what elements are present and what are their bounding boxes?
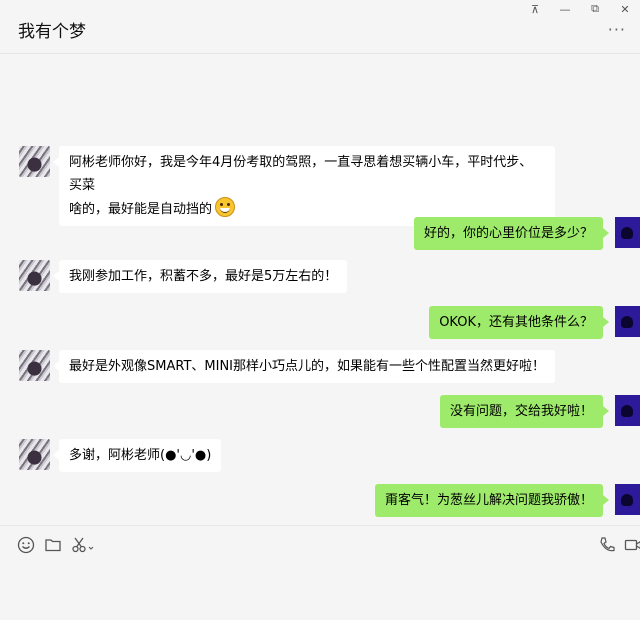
self-avatar[interactable] — [615, 306, 640, 337]
message-bubble[interactable]: 阿彬老师你好，我是今年4月份考取的驾照，一直寻思着想买辆小车，平时代步、买菜 啥… — [53, 146, 555, 226]
contact-avatar[interactable] — [19, 146, 50, 177]
message-line: OKOK，还有其他条件么？ — [439, 315, 593, 330]
self-avatar[interactable] — [615, 217, 640, 248]
message-bubble[interactable]: 我刚参加工作，积蓄不多，最好是5万左右的！ — [52, 260, 348, 293]
contact-avatar[interactable] — [19, 439, 50, 470]
minimize-button[interactable]: — — [550, 0, 580, 18]
phone-icon[interactable] — [598, 536, 616, 554]
message-row: 阿彬老师你好，我是今年4月份考取的驾照，一直寻思着想买辆小车，平时代步、买菜 啥… — [19, 146, 555, 226]
message-line: 啥的，最好能是自动挡的 — [69, 202, 213, 217]
smiley-icon[interactable] — [17, 536, 35, 554]
message-list[interactable]: 阿彬老师你好，我是今年4月份考取的驾照，一直寻思着想买辆小车，平时代步、买菜 啥… — [0, 54, 640, 517]
message-line: 阿彬老师你好，我是今年4月份考取的驾照，一直寻思着想买辆小车，平时代步、买菜 — [69, 155, 533, 193]
chat-title: 我有个梦 — [18, 22, 86, 42]
message-line: 我刚参加工作，积蓄不多，最好是5万左右的！ — [69, 269, 338, 284]
message-line: 甭客气！为葱丝儿解决问题我骄傲！ — [384, 493, 593, 508]
message-row: 多谢，阿彬老师(●'◡'●) — [19, 439, 222, 472]
maximize-button[interactable]: ⧉ — [580, 0, 610, 18]
contact-avatar[interactable] — [19, 260, 50, 291]
message-row: 最好是外观像SMART、MINI那样小巧点儿的，如果能有一些个性配置当然更好啦！ — [19, 350, 555, 383]
contact-avatar[interactable] — [19, 350, 50, 381]
pin-button[interactable]: ⊼ — [520, 0, 550, 18]
message-bubble[interactable]: 最好是外观像SMART、MINI那样小巧点儿的，如果能有一些个性配置当然更好啦！ — [53, 350, 555, 383]
message-row: 好的，你的心里价位是多少？ — [413, 217, 640, 250]
self-avatar[interactable] — [615, 395, 640, 426]
message-line: 最好是外观像SMART、MINI那样小巧点儿的，如果能有一些个性配置当然更好啦！ — [69, 359, 545, 374]
window-controls: ⊼ — ⧉ ✕ — [520, 0, 640, 18]
message-line: 多谢，阿彬老师(●'◡'●) — [69, 448, 212, 463]
more-button[interactable]: ··· — [608, 20, 626, 39]
grin-emoji-icon — [215, 197, 236, 217]
message-bubble[interactable]: 没有问题，交给我好啦！ — [439, 395, 610, 428]
message-row: 没有问题，交给我好啦！ — [439, 395, 640, 428]
message-bubble[interactable]: 甭客气！为葱丝儿解决问题我骄傲！ — [374, 484, 610, 517]
message-bubble[interactable]: 多谢，阿彬老师(●'◡'●) — [52, 439, 222, 472]
message-line: 没有问题，交给我好啦！ — [449, 404, 593, 419]
scissors-icon[interactable] — [71, 536, 95, 554]
message-bubble[interactable]: OKOK，还有其他条件么？ — [429, 306, 609, 339]
self-avatar[interactable] — [615, 484, 640, 515]
message-input[interactable] — [0, 560, 640, 620]
folder-icon[interactable] — [44, 536, 62, 554]
input-toolbar — [0, 530, 640, 560]
message-bubble[interactable]: 好的，你的心里价位是多少？ — [413, 217, 610, 250]
message-row: 甭客气！为葱丝儿解决问题我骄傲！ — [374, 484, 640, 517]
message-row: 我刚参加工作，积蓄不多，最好是5万左右的！ — [19, 260, 348, 293]
message-row: OKOK，还有其他条件么？ — [429, 306, 640, 339]
message-line: 好的，你的心里价位是多少？ — [423, 226, 593, 241]
toolbar-divider — [0, 525, 640, 526]
close-button[interactable]: ✕ — [610, 0, 640, 18]
video-icon[interactable] — [624, 536, 640, 554]
